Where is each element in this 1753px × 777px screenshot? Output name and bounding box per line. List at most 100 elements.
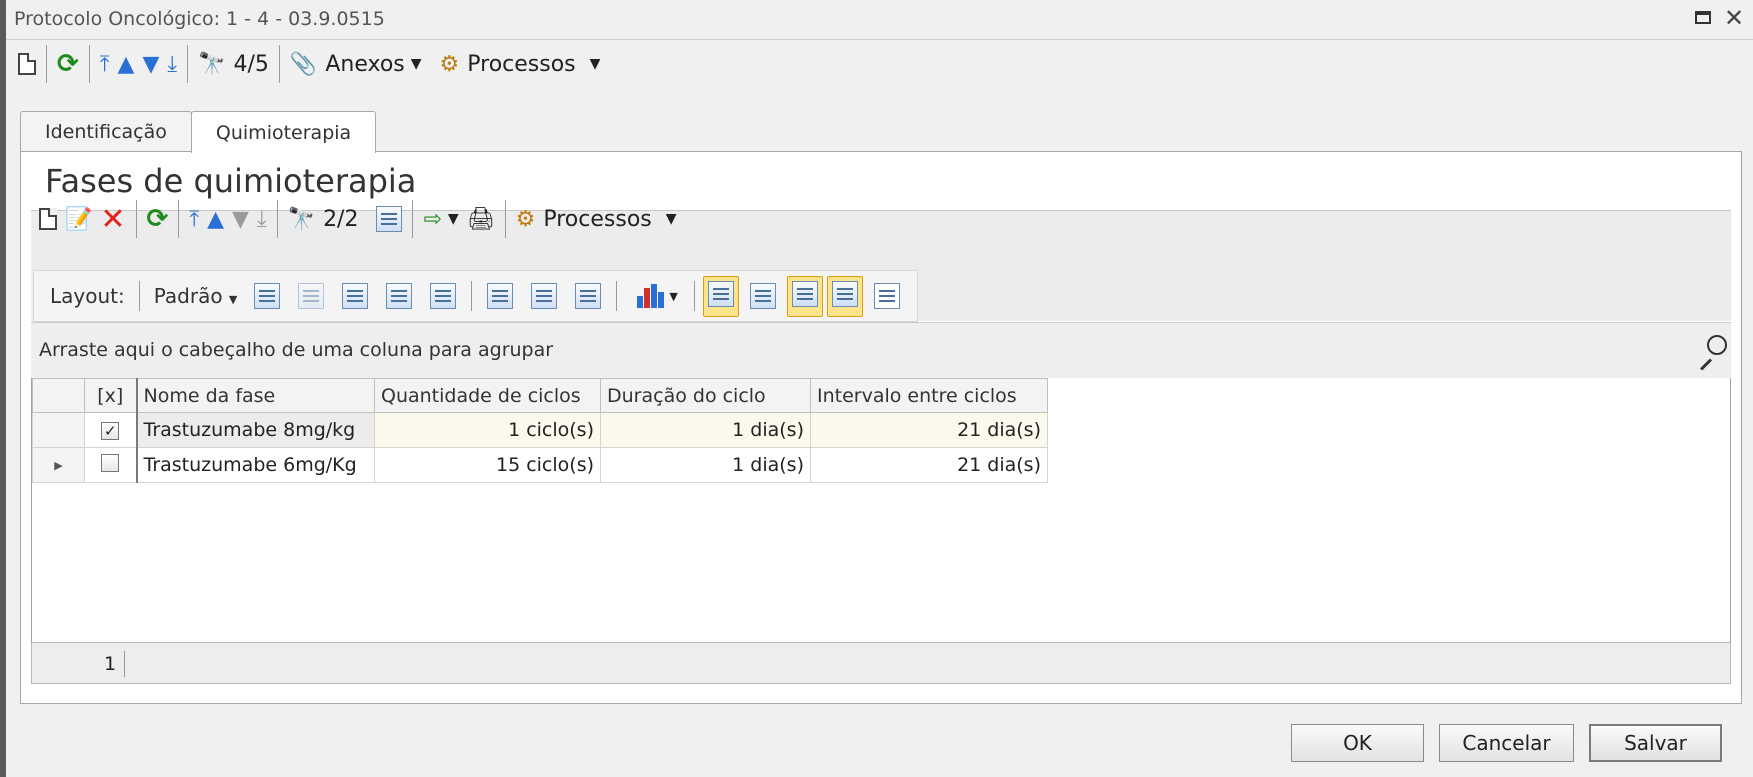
column-header-cycles[interactable]: Quantidade de ciclos bbox=[374, 378, 601, 413]
new-phase-button[interactable] bbox=[35, 201, 61, 237]
import-dropdown[interactable]: ⇨ ▼ bbox=[419, 201, 462, 237]
dropdown-arrow-icon: ▼ bbox=[410, 56, 422, 72]
delete-layout-icon[interactable] bbox=[298, 283, 325, 309]
processes-dropdown[interactable]: ⚙ Processos ▼ bbox=[436, 46, 605, 82]
column-header-name[interactable]: Nome da fase bbox=[135, 378, 375, 413]
layout-bar: Layout: Padrão ▼ ▼ bbox=[33, 270, 918, 322]
row-select-cell[interactable]: ✓ bbox=[84, 412, 137, 448]
show-header-toggle[interactable] bbox=[786, 275, 823, 317]
column-header-select[interactable]: [x] bbox=[84, 378, 137, 413]
annexes-dropdown[interactable]: 📎 Anexos ▼ bbox=[286, 46, 426, 82]
toolbar-separator bbox=[412, 200, 414, 238]
maximize-icon[interactable] bbox=[1695, 11, 1711, 24]
phase-name-cell[interactable]: Trastuzumabe 8mg/kg bbox=[135, 412, 375, 448]
sum-icon[interactable] bbox=[531, 283, 558, 309]
column-header-interval[interactable]: Intervalo entre ciclos bbox=[810, 378, 1048, 413]
grid-refresh-button[interactable]: ⟳ bbox=[143, 201, 173, 237]
cycles-cell[interactable]: 15 ciclo(s) bbox=[374, 447, 601, 483]
grid-previous-button[interactable]: ▲ bbox=[203, 201, 228, 237]
gears-icon: ⚙ bbox=[515, 206, 536, 232]
find-button[interactable]: 🔭 bbox=[194, 46, 229, 82]
search-icon[interactable] bbox=[1695, 333, 1727, 371]
main-toolbar: ⟳ ⤒ ▲ ▼ ⤓ 🔭 4/5 📎 Anexos ▼ ⚙ Processos ▼ bbox=[14, 44, 604, 84]
annexes-label: Anexos bbox=[325, 51, 405, 77]
last-record-icon: ⤓ bbox=[167, 51, 178, 77]
next-record-button[interactable]: ▼ bbox=[138, 46, 163, 82]
show-grid-lines-toggle[interactable] bbox=[826, 275, 863, 317]
processes-label: Processos bbox=[467, 51, 576, 77]
grid-processes-dropdown[interactable]: ⚙ Processos ▼ bbox=[512, 201, 681, 237]
delete-icon: ✕ bbox=[100, 201, 126, 237]
row-checkbox-checked[interactable]: ✓ bbox=[101, 422, 120, 440]
font-icon[interactable] bbox=[873, 283, 900, 309]
row-indicator-header bbox=[32, 378, 85, 413]
group-panel-icon bbox=[707, 280, 734, 307]
column-header-duration[interactable]: Duração do ciclo bbox=[600, 378, 811, 413]
highlight-rows-icon[interactable] bbox=[575, 283, 602, 309]
duration-cell[interactable]: 1 dia(s) bbox=[600, 412, 811, 448]
edit-icon: 📝 bbox=[65, 206, 93, 232]
filter-row-icon[interactable] bbox=[487, 283, 514, 309]
refresh-icon: ⟳ bbox=[146, 204, 169, 234]
interval-cell[interactable]: 21 dia(s) bbox=[810, 447, 1048, 483]
import-layout-icon[interactable] bbox=[386, 283, 413, 309]
row-select-cell[interactable] bbox=[84, 447, 137, 483]
grid-processes-label: Processos bbox=[543, 206, 652, 232]
cycles-cell[interactable]: 1 ciclo(s) bbox=[374, 412, 601, 448]
group-panel[interactable]: Arraste aqui o cabeçalho de uma coluna p… bbox=[31, 322, 1731, 378]
next-record-icon: ▼ bbox=[142, 51, 160, 77]
grid-last-button[interactable]: ⤓ bbox=[253, 201, 271, 237]
footer-count: 1 bbox=[104, 653, 117, 675]
chemotherapy-panel: Fases de quimioterapia 📝 ✕ ⟳ ⤒ ▲ ▼ ⤓ 🔭 2… bbox=[20, 151, 1742, 704]
grid-first-button[interactable]: ⤒ bbox=[185, 201, 203, 237]
tab-identificacao[interactable]: Identificação bbox=[20, 111, 192, 152]
layout-grid-icon[interactable] bbox=[342, 283, 369, 309]
print-button[interactable]: 🖨 bbox=[463, 201, 499, 237]
new-record-button[interactable] bbox=[14, 46, 40, 82]
first-record-button[interactable]: ⤒ bbox=[96, 46, 114, 82]
toolbar-separator bbox=[693, 281, 695, 311]
previous-record-button[interactable]: ▲ bbox=[114, 46, 139, 82]
show-footer-icon[interactable] bbox=[749, 283, 776, 309]
save-button[interactable]: Salvar bbox=[1589, 724, 1722, 762]
refresh-button[interactable]: ⟳ bbox=[53, 46, 83, 82]
printer-icon: 🖨 bbox=[466, 206, 495, 232]
toolbar-separator bbox=[471, 281, 473, 311]
table-row[interactable]: ▶ Trastuzumabe 6mg/Kg 15 ciclo(s) 1 dia(… bbox=[32, 447, 1048, 483]
duration-cell[interactable]: 1 dia(s) bbox=[600, 447, 811, 483]
column-chooser-button[interactable] bbox=[372, 201, 406, 237]
ok-button[interactable]: OK bbox=[1291, 724, 1424, 762]
delete-phase-button[interactable]: ✕ bbox=[96, 201, 129, 237]
row-checkbox-unchecked[interactable] bbox=[101, 453, 120, 472]
save-layout-icon[interactable] bbox=[254, 283, 281, 309]
section-title: Fases de quimioterapia bbox=[45, 162, 417, 200]
title-bar: Protocolo Oncológico: 1 - 4 - 03.9.0515 … bbox=[6, 0, 1753, 40]
toolbar-separator bbox=[187, 45, 189, 83]
grid-toolbar: 📝 ✕ ⟳ ⤒ ▲ ▼ ⤓ 🔭 2/2 ⇨ ▼ 🖨 ⚙ Processos ▼ bbox=[35, 199, 681, 239]
layout-select[interactable]: Padrão ▼ bbox=[146, 284, 246, 308]
dropdown-arrow-icon: ▼ bbox=[228, 293, 238, 306]
tab-quimioterapia[interactable]: Quimioterapia bbox=[190, 111, 377, 153]
grid-next-button[interactable]: ▼ bbox=[228, 201, 253, 237]
interval-cell[interactable]: 21 dia(s) bbox=[810, 412, 1048, 448]
close-icon[interactable]: ✕ bbox=[1724, 4, 1744, 32]
cancel-button[interactable]: Cancelar bbox=[1439, 724, 1574, 762]
previous-record-icon: ▲ bbox=[117, 51, 135, 77]
edit-phase-button[interactable]: 📝 bbox=[61, 201, 96, 237]
toolbar-separator bbox=[138, 281, 140, 311]
grid-record-counter: 2/2 bbox=[323, 206, 359, 232]
dropdown-arrow-icon: ▼ bbox=[665, 211, 677, 227]
toolbar-separator bbox=[178, 200, 180, 238]
grid-find-button[interactable]: 🔭 bbox=[284, 201, 319, 237]
header-icon bbox=[791, 280, 818, 307]
phases-grid: [x] Nome da fase Quantidade de ciclos Du… bbox=[31, 378, 1731, 660]
show-group-panel-toggle[interactable] bbox=[702, 275, 739, 317]
chart-dropdown-icon[interactable] bbox=[637, 284, 665, 308]
first-record-icon: ⤒ bbox=[99, 51, 110, 77]
dropdown-arrow-icon: ▼ bbox=[589, 56, 601, 72]
table-row[interactable]: ✓ Trastuzumabe 8mg/kg 1 ciclo(s) 1 dia(s… bbox=[32, 412, 1048, 448]
last-record-icon: ⤓ bbox=[256, 206, 267, 232]
export-layout-icon[interactable] bbox=[430, 283, 457, 309]
last-record-button[interactable]: ⤓ bbox=[163, 46, 181, 82]
phase-name-cell[interactable]: Trastuzumabe 6mg/Kg bbox=[135, 447, 375, 483]
